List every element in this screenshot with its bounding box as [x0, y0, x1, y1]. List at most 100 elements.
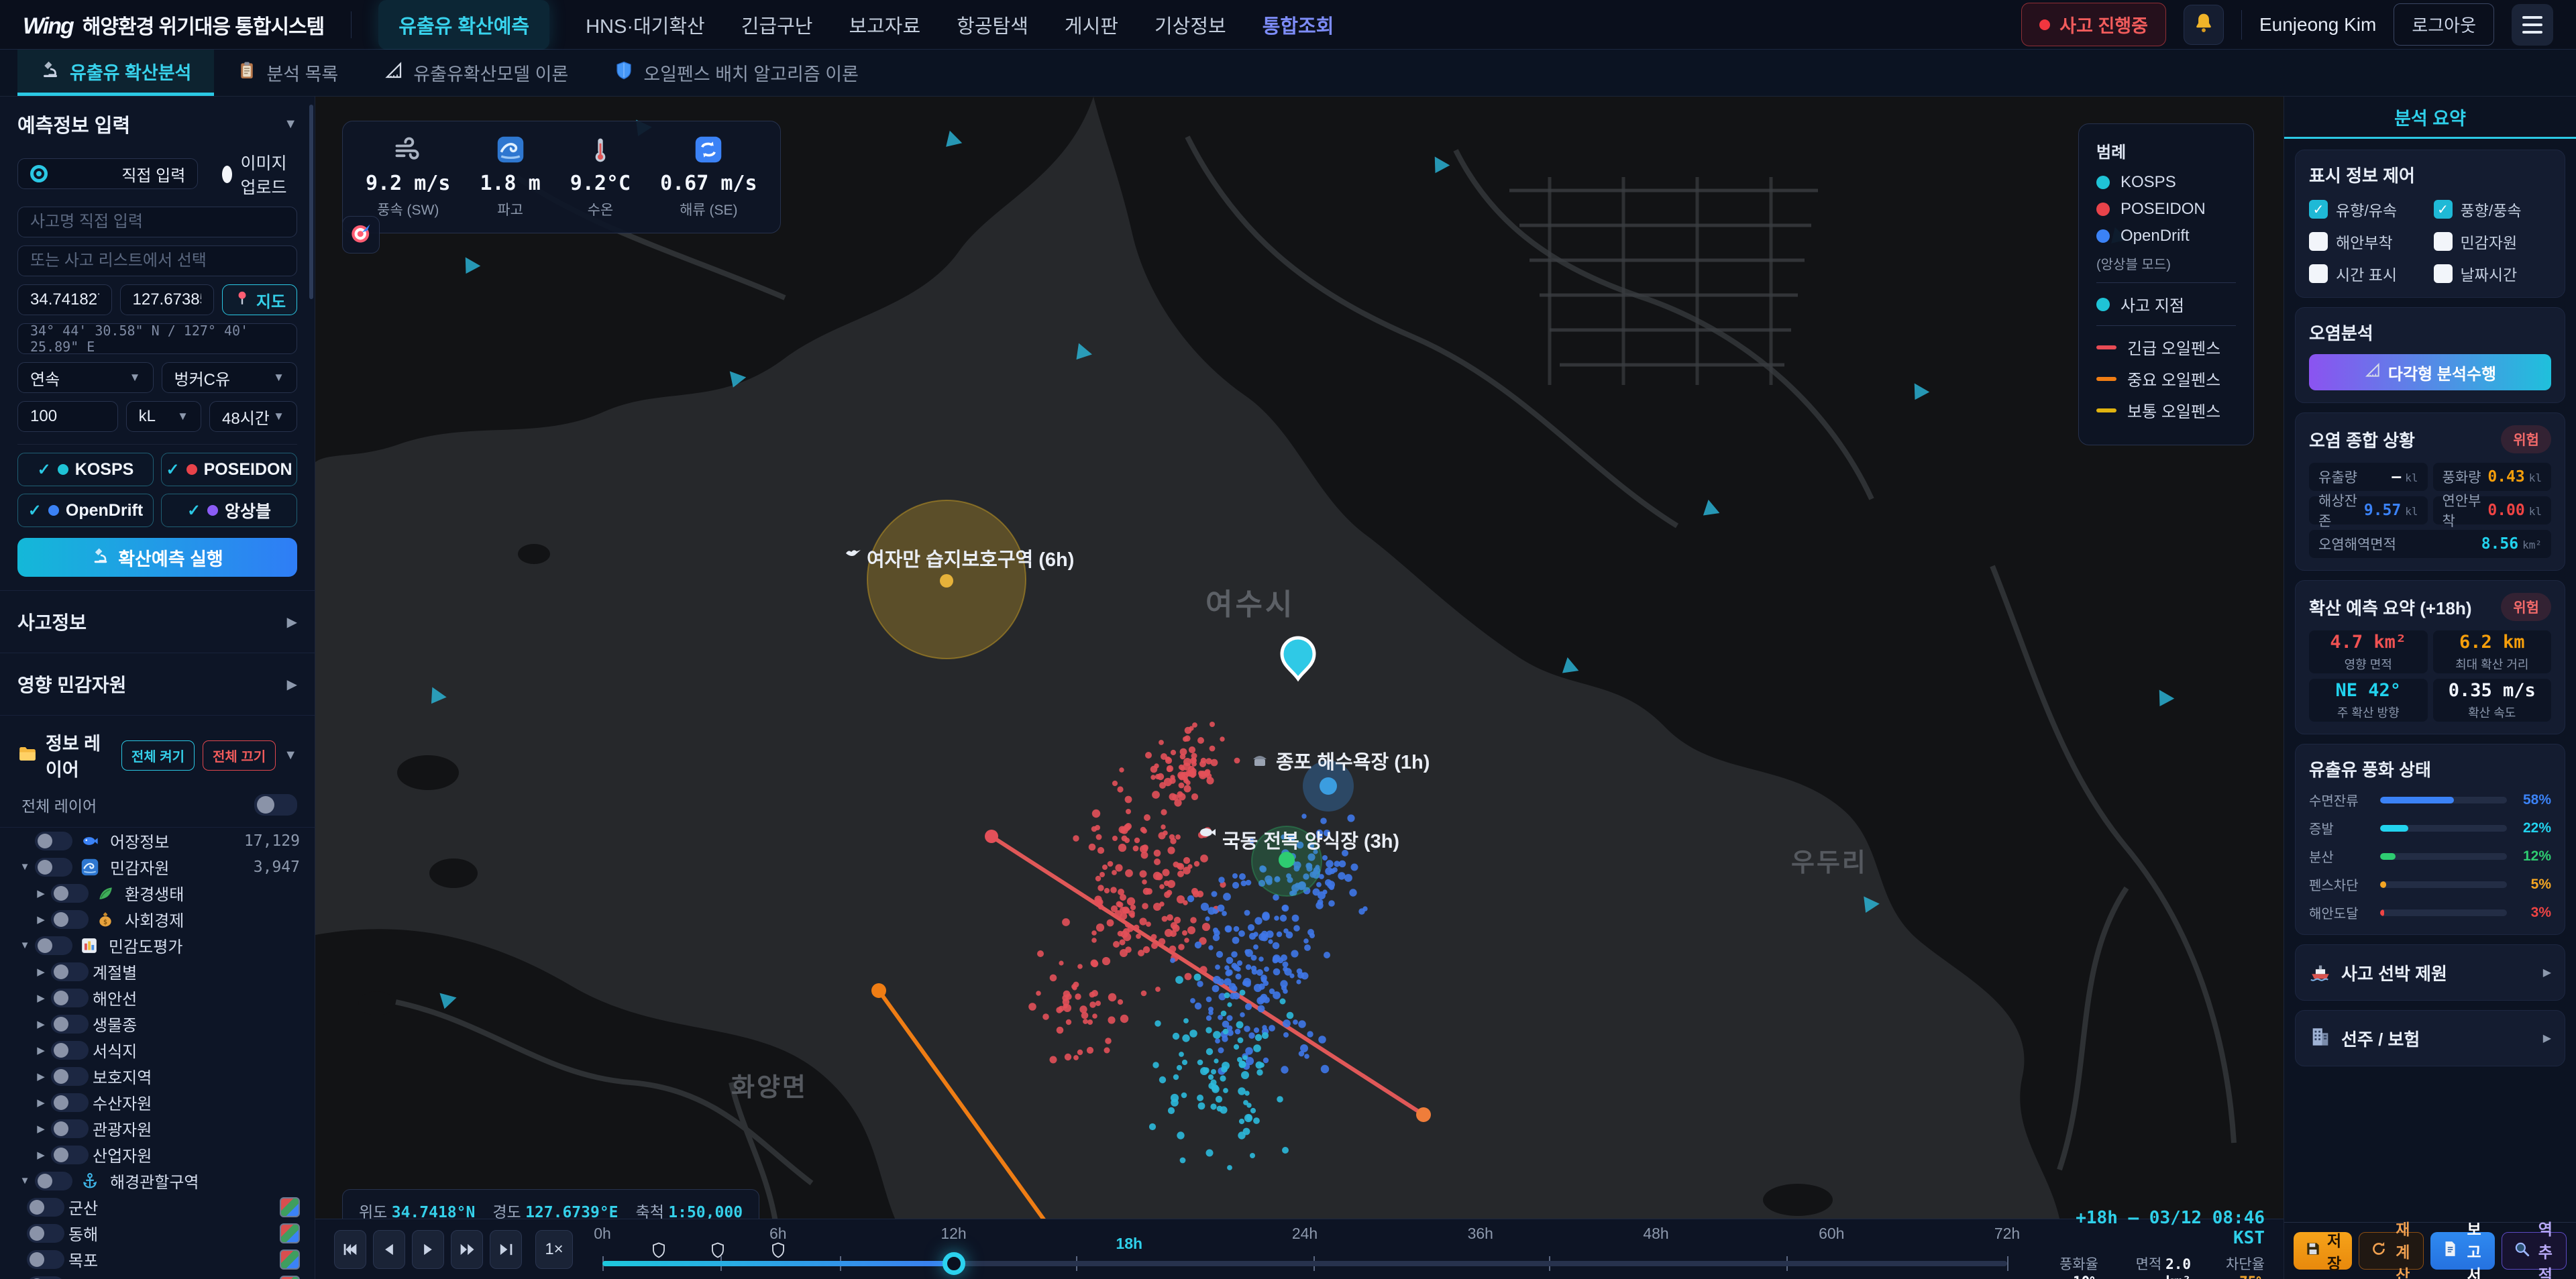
map-canvas[interactable]: 여수시 우두리 화양면 여자만 습지보호구역 (6h) 종포 해수욕장 (1h) 국…	[315, 97, 2284, 1279]
radio-image-upload[interactable]: 이미지 업로드	[222, 150, 297, 199]
expander-icon[interactable]: ▼	[15, 1175, 35, 1186]
layer-toggle-서식지[interactable]	[51, 1040, 89, 1060]
unit-select[interactable]: kL ▼	[125, 401, 201, 432]
layer-toggle-관광자원[interactable]	[51, 1119, 89, 1138]
tab-유출유확산모델 이론[interactable]: 유출유확산모델 이론	[361, 50, 591, 96]
radio-direct-input[interactable]: 직접 입력	[17, 158, 199, 189]
expander-icon[interactable]: ▶	[31, 966, 51, 978]
expander-icon[interactable]: ▶	[31, 913, 51, 926]
chevron-down-icon[interactable]: ▼	[284, 117, 297, 132]
spill-type-select[interactable]: 연속 ▼	[17, 362, 154, 393]
nav-item-HNS·대기확산[interactable]: HNS·대기확산	[586, 11, 705, 39]
timeline-handle[interactable]	[942, 1252, 965, 1275]
notifications-button[interactable]	[2183, 4, 2224, 45]
pick-on-map-button[interactable]: 지도	[222, 284, 297, 315]
palette-icon[interactable]	[280, 1223, 300, 1243]
layer-toggle-민감도평가[interactable]	[35, 936, 72, 955]
checkbox-시간 표시[interactable]: 시간 표시	[2309, 262, 2427, 285]
checkbox-유향/유속[interactable]: ✓ 유향/유속	[2309, 198, 2427, 221]
tab-유출유 확산분석[interactable]: 유출유 확산분석	[17, 50, 215, 96]
chevron-down-icon[interactable]: ▼	[284, 748, 297, 763]
model-chip-OpenDrift[interactable]: ✓ OpenDrift	[17, 494, 154, 527]
model-chip-KOSPS[interactable]: ✓ KOSPS	[17, 453, 154, 486]
layer-toggle-보호지역[interactable]	[51, 1066, 89, 1086]
layers-all-on-button[interactable]: 전체 켜기	[121, 740, 195, 771]
palette-icon[interactable]	[280, 1197, 300, 1217]
fast-forward-button[interactable]	[451, 1229, 483, 1269]
nav-item-긴급구난[interactable]: 긴급구난	[741, 11, 813, 39]
nav-item-항공탐색[interactable]: 항공탐색	[957, 11, 1028, 39]
layer-toggle-해경관할구역[interactable]	[35, 1171, 72, 1190]
incident-list-input[interactable]	[17, 245, 297, 276]
expander-icon[interactable]: ▼	[15, 861, 35, 873]
nav-item-통합조회[interactable]: 통합조회	[1263, 11, 1334, 39]
amount-input[interactable]	[17, 401, 118, 432]
layer-toggle-계절별[interactable]	[51, 962, 89, 981]
save-button[interactable]: 저장	[2293, 1232, 2353, 1272]
polygon-analysis-button[interactable]: 다각형 분석수행	[2309, 354, 2551, 390]
expander-icon[interactable]: ▶	[31, 1097, 51, 1109]
layers-all-off-button[interactable]: 전체 끄기	[203, 740, 276, 771]
incident-status-badge: 사고 진행중	[2021, 3, 2166, 46]
logout-button[interactable]: 로그아웃	[2394, 3, 2494, 46]
tab-오일펜스 배치 알고리즘 이론[interactable]: 오일펜스 배치 알고리즘 이론	[591, 50, 881, 96]
section-impact-resources[interactable]: 영향 민감자원 ▶	[0, 653, 315, 716]
expander-icon[interactable]: ▼	[15, 940, 35, 951]
timeline-slider[interactable]: 0h 6h 12h 18h 24h 36h 48h 60h 72h	[594, 1219, 2020, 1279]
recenter-target-button[interactable]	[342, 216, 380, 254]
recalc-button[interactable]: 재계산	[2359, 1221, 2424, 1279]
layer-toggle-민감자원[interactable]	[35, 857, 72, 877]
expander-icon[interactable]: ▶	[31, 992, 51, 1004]
layer-toggle-산업자원[interactable]	[51, 1145, 89, 1164]
expander-icon[interactable]: ▶	[31, 1123, 51, 1135]
play-button[interactable]	[412, 1229, 444, 1269]
step-back-button[interactable]	[373, 1229, 405, 1269]
palette-icon[interactable]	[280, 1249, 300, 1270]
skip-end-button[interactable]	[490, 1229, 522, 1269]
layer-toggle-목포[interactable]	[27, 1249, 64, 1269]
model-chip-앙상블[interactable]: ✓ 앙상블	[161, 494, 297, 527]
checkbox-해안부착[interactable]: 해안부착	[2309, 230, 2427, 253]
nav-item-기상정보[interactable]: 기상정보	[1155, 11, 1226, 39]
section-사고 선박 제원[interactable]: 사고 선박 제원 ▶	[2295, 944, 2565, 1001]
expander-icon[interactable]: ▶	[31, 1149, 51, 1161]
nav-item-유출유 확산예측[interactable]: 유출유 확산예측	[378, 0, 550, 50]
checkbox-풍향/풍속[interactable]: ✓ 풍향/풍속	[2433, 198, 2552, 221]
map-graphics: 여수시우두리화양면 여자만 습지보호구역 (6h) 종포 해수욕장 (1h) 국…	[315, 97, 2284, 1279]
expander-icon[interactable]: ▶	[31, 1070, 51, 1082]
oil-type-select[interactable]: 벙커C유 ▼	[161, 362, 297, 393]
expander-icon[interactable]: ▶	[31, 1044, 51, 1056]
checkbox-민감자원[interactable]: 민감자원	[2433, 230, 2552, 253]
incident-name-input[interactable]	[17, 207, 297, 237]
layer-toggle-보령[interactable]	[27, 1276, 64, 1279]
tab-분석 목록[interactable]: 분석 목록	[214, 50, 361, 96]
layer-toggle-군산[interactable]	[27, 1197, 64, 1217]
playback-speed-button[interactable]: 1×	[535, 1229, 573, 1269]
nav-item-보고자료[interactable]: 보고자료	[849, 11, 920, 39]
checkbox-날짜시간[interactable]: 날짜시간	[2433, 262, 2552, 285]
layer-toggle-수산자원[interactable]	[51, 1093, 89, 1112]
master-layer-toggle[interactable]	[254, 794, 297, 816]
duration-select[interactable]: 48시간 ▼	[209, 401, 297, 432]
layer-toggle-해안선[interactable]	[51, 988, 89, 1007]
layer-toggle-환경생태[interactable]	[51, 883, 89, 903]
report-button[interactable]: 보고서	[2430, 1221, 2495, 1279]
expander-icon[interactable]: ▶	[31, 887, 51, 899]
section-incident-info[interactable]: 사고정보 ▶	[0, 591, 315, 653]
layer-toggle-사회경제[interactable]	[51, 909, 89, 929]
layer-toggle-동해[interactable]	[27, 1223, 64, 1243]
layer-toggle-생물종[interactable]	[51, 1014, 89, 1034]
section-선주 / 보험[interactable]: 선주 / 보험 ▶	[2295, 1010, 2565, 1066]
latitude-input[interactable]	[17, 284, 112, 315]
skip-start-button[interactable]	[334, 1229, 366, 1269]
trace-button[interactable]: 역추적	[2501, 1221, 2567, 1279]
run-prediction-button[interactable]: 확산예측 실행	[17, 538, 297, 577]
sidebar-scrollbar[interactable]	[309, 105, 313, 299]
longitude-input[interactable]	[119, 284, 214, 315]
model-chip-POSEIDON[interactable]: ✓ POSEIDON	[161, 453, 297, 486]
expander-icon[interactable]: ▶	[31, 1018, 51, 1030]
layer-toggle-어장정보[interactable]	[35, 831, 72, 850]
hamburger-menu-button[interactable]	[2512, 3, 2553, 46]
palette-icon[interactable]	[280, 1275, 300, 1279]
nav-item-게시판[interactable]: 게시판	[1065, 11, 1118, 39]
